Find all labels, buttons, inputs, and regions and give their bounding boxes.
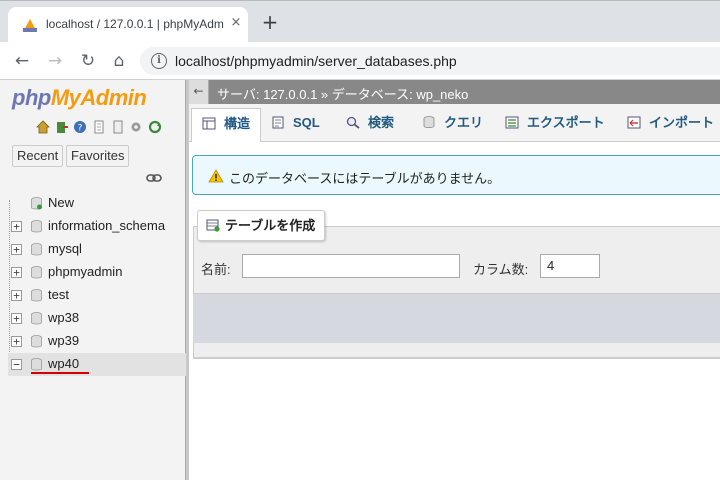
- search-icon: [346, 116, 360, 129]
- tree-item-test[interactable]: + test: [8, 284, 186, 307]
- tree-item-label[interactable]: wp40: [48, 356, 79, 371]
- create-table-icon: [206, 219, 220, 232]
- sql-icon: [272, 116, 284, 129]
- reload-icon[interactable]: ↻: [76, 49, 100, 73]
- tab-import[interactable]: インポート: [617, 108, 720, 142]
- breadcrumb-text[interactable]: サーバ: 127.0.0.1 » データベース: wp_neko: [217, 84, 468, 103]
- expand-icon[interactable]: +: [11, 290, 22, 301]
- tree-item-wp39[interactable]: + wp39: [8, 330, 186, 353]
- close-tab-icon[interactable]: ×: [228, 15, 244, 31]
- expand-icon[interactable]: +: [11, 313, 22, 324]
- tab-structure[interactable]: 構造: [191, 108, 262, 142]
- main-panel: ← サーバ: 127.0.0.1 » データベース: wp_neko 構造 SQ…: [189, 80, 720, 480]
- tree-item-label[interactable]: mysql: [48, 241, 82, 256]
- quick-icons-row: ?: [36, 120, 163, 136]
- tree-item-label[interactable]: test: [48, 287, 69, 302]
- divider: [193, 358, 720, 359]
- tab-label: インポート: [649, 115, 715, 130]
- tree-item-mysql[interactable]: + mysql: [8, 238, 186, 261]
- database-tree: New + information_schema + mysql + phpmy…: [8, 192, 186, 376]
- phpmyadmin-favicon-icon: [23, 19, 37, 32]
- database-icon: [31, 243, 42, 256]
- tab-sql[interactable]: SQL: [261, 108, 330, 142]
- recent-button[interactable]: Recent: [12, 145, 64, 167]
- home-icon[interactable]: [36, 120, 50, 134]
- tab-export[interactable]: エクスポート: [495, 108, 615, 142]
- database-icon: [31, 289, 42, 302]
- tab-query[interactable]: クエリ: [412, 108, 493, 142]
- help-icon[interactable]: ?: [73, 120, 87, 134]
- database-icon: [31, 335, 42, 348]
- collapse-icon[interactable]: −: [11, 359, 22, 370]
- database-icon: [31, 220, 42, 233]
- navigation-panel: phpMyAdmin ? Recent Favorites New + info…: [0, 80, 186, 480]
- back-icon[interactable]: ←: [10, 49, 34, 73]
- tab-label: エクスポート: [527, 115, 605, 130]
- query-icon: [423, 116, 435, 128]
- sql-docs-icon[interactable]: [111, 120, 125, 134]
- browser-tab[interactable]: localhost / 127.0.0.1 | phpMyAdm ×: [8, 7, 248, 43]
- documentation-icon[interactable]: [92, 120, 106, 134]
- tab-label: 構造: [224, 116, 251, 131]
- logout-icon[interactable]: [55, 120, 69, 134]
- address-bar[interactable]: i localhost/phpmyadmin/server_databases.…: [140, 47, 720, 75]
- url-text[interactable]: localhost/phpmyadmin/server_databases.ph…: [175, 53, 457, 69]
- tree-item-label[interactable]: wp38: [48, 310, 79, 325]
- browser-toolbar: ← → ↻ ⌂ i localhost/phpmyadmin/server_da…: [0, 42, 720, 80]
- table-name-label: 名前:: [201, 262, 231, 277]
- tree-item-label[interactable]: New: [48, 195, 74, 210]
- tab-label: クエリ: [444, 115, 484, 130]
- tree-item-label[interactable]: information_schema: [48, 218, 165, 233]
- table-name-input[interactable]: [242, 254, 460, 278]
- database-icon: [31, 312, 42, 325]
- svg-text:?: ?: [78, 124, 83, 134]
- forward-icon[interactable]: →: [43, 49, 67, 73]
- column-count-input[interactable]: 4: [540, 254, 600, 278]
- new-tab-button[interactable]: +: [258, 11, 282, 35]
- expand-icon[interactable]: +: [11, 267, 22, 278]
- expand-icon[interactable]: +: [11, 336, 22, 347]
- phpmyadmin-logo[interactable]: phpMyAdmin: [12, 85, 147, 111]
- new-database-icon: [31, 197, 42, 210]
- favorites-button[interactable]: Favorites: [66, 145, 130, 167]
- create-table-legend: テーブルを作成: [197, 210, 326, 241]
- tree-item-phpmyadmin[interactable]: + phpmyadmin: [8, 261, 186, 284]
- structure-icon: [202, 117, 216, 130]
- active-item-underline: [31, 372, 89, 374]
- import-icon: [627, 116, 641, 129]
- tree-item-information-schema[interactable]: + information_schema: [8, 215, 186, 238]
- breadcrumb: ← サーバ: 127.0.0.1 » データベース: wp_neko: [189, 80, 720, 104]
- tree-item-new[interactable]: New: [8, 192, 186, 215]
- browser-tabstrip: localhost / 127.0.0.1 | phpMyAdm × +: [0, 0, 720, 43]
- database-icon: [31, 358, 42, 371]
- logo-php-text: php: [12, 85, 51, 110]
- reload-navigation-icon[interactable]: [148, 120, 162, 134]
- expand-icon[interactable]: +: [11, 221, 22, 232]
- database-icon: [31, 266, 42, 279]
- tab-search[interactable]: 検索: [336, 108, 404, 142]
- home-icon[interactable]: ⌂: [107, 49, 131, 73]
- tab-label: SQL: [293, 115, 320, 130]
- export-icon: [505, 116, 519, 129]
- create-table-title: テーブルを作成: [225, 218, 316, 233]
- link-with-main-panel-icon[interactable]: [146, 173, 162, 183]
- tree-item-wp38[interactable]: + wp38: [8, 307, 186, 330]
- logo-admin-text: MyAdmin: [50, 85, 147, 110]
- tree-item-label[interactable]: wp39: [48, 333, 79, 348]
- tab-label: 検索: [368, 115, 395, 130]
- main-tabs: 構造 SQL 検索 クエリ エクスポート インポート: [189, 104, 720, 142]
- create-table-footer: [193, 293, 720, 343]
- tab-title: localhost / 127.0.0.1 | phpMyAdm: [46, 17, 224, 31]
- expand-icon[interactable]: +: [11, 244, 22, 255]
- tree-item-label[interactable]: phpmyadmin: [48, 264, 122, 279]
- no-tables-notice: このデータベースにはテーブルがありません。: [192, 155, 720, 195]
- notice-text: このデータベースにはテーブルがありません。: [229, 171, 501, 186]
- info-icon[interactable]: i: [151, 53, 167, 69]
- column-count-label: カラム数:: [473, 262, 529, 277]
- settings-gear-icon[interactable]: [129, 120, 143, 134]
- warning-icon: [208, 169, 224, 183]
- collapse-navigation-icon[interactable]: ←: [189, 80, 209, 104]
